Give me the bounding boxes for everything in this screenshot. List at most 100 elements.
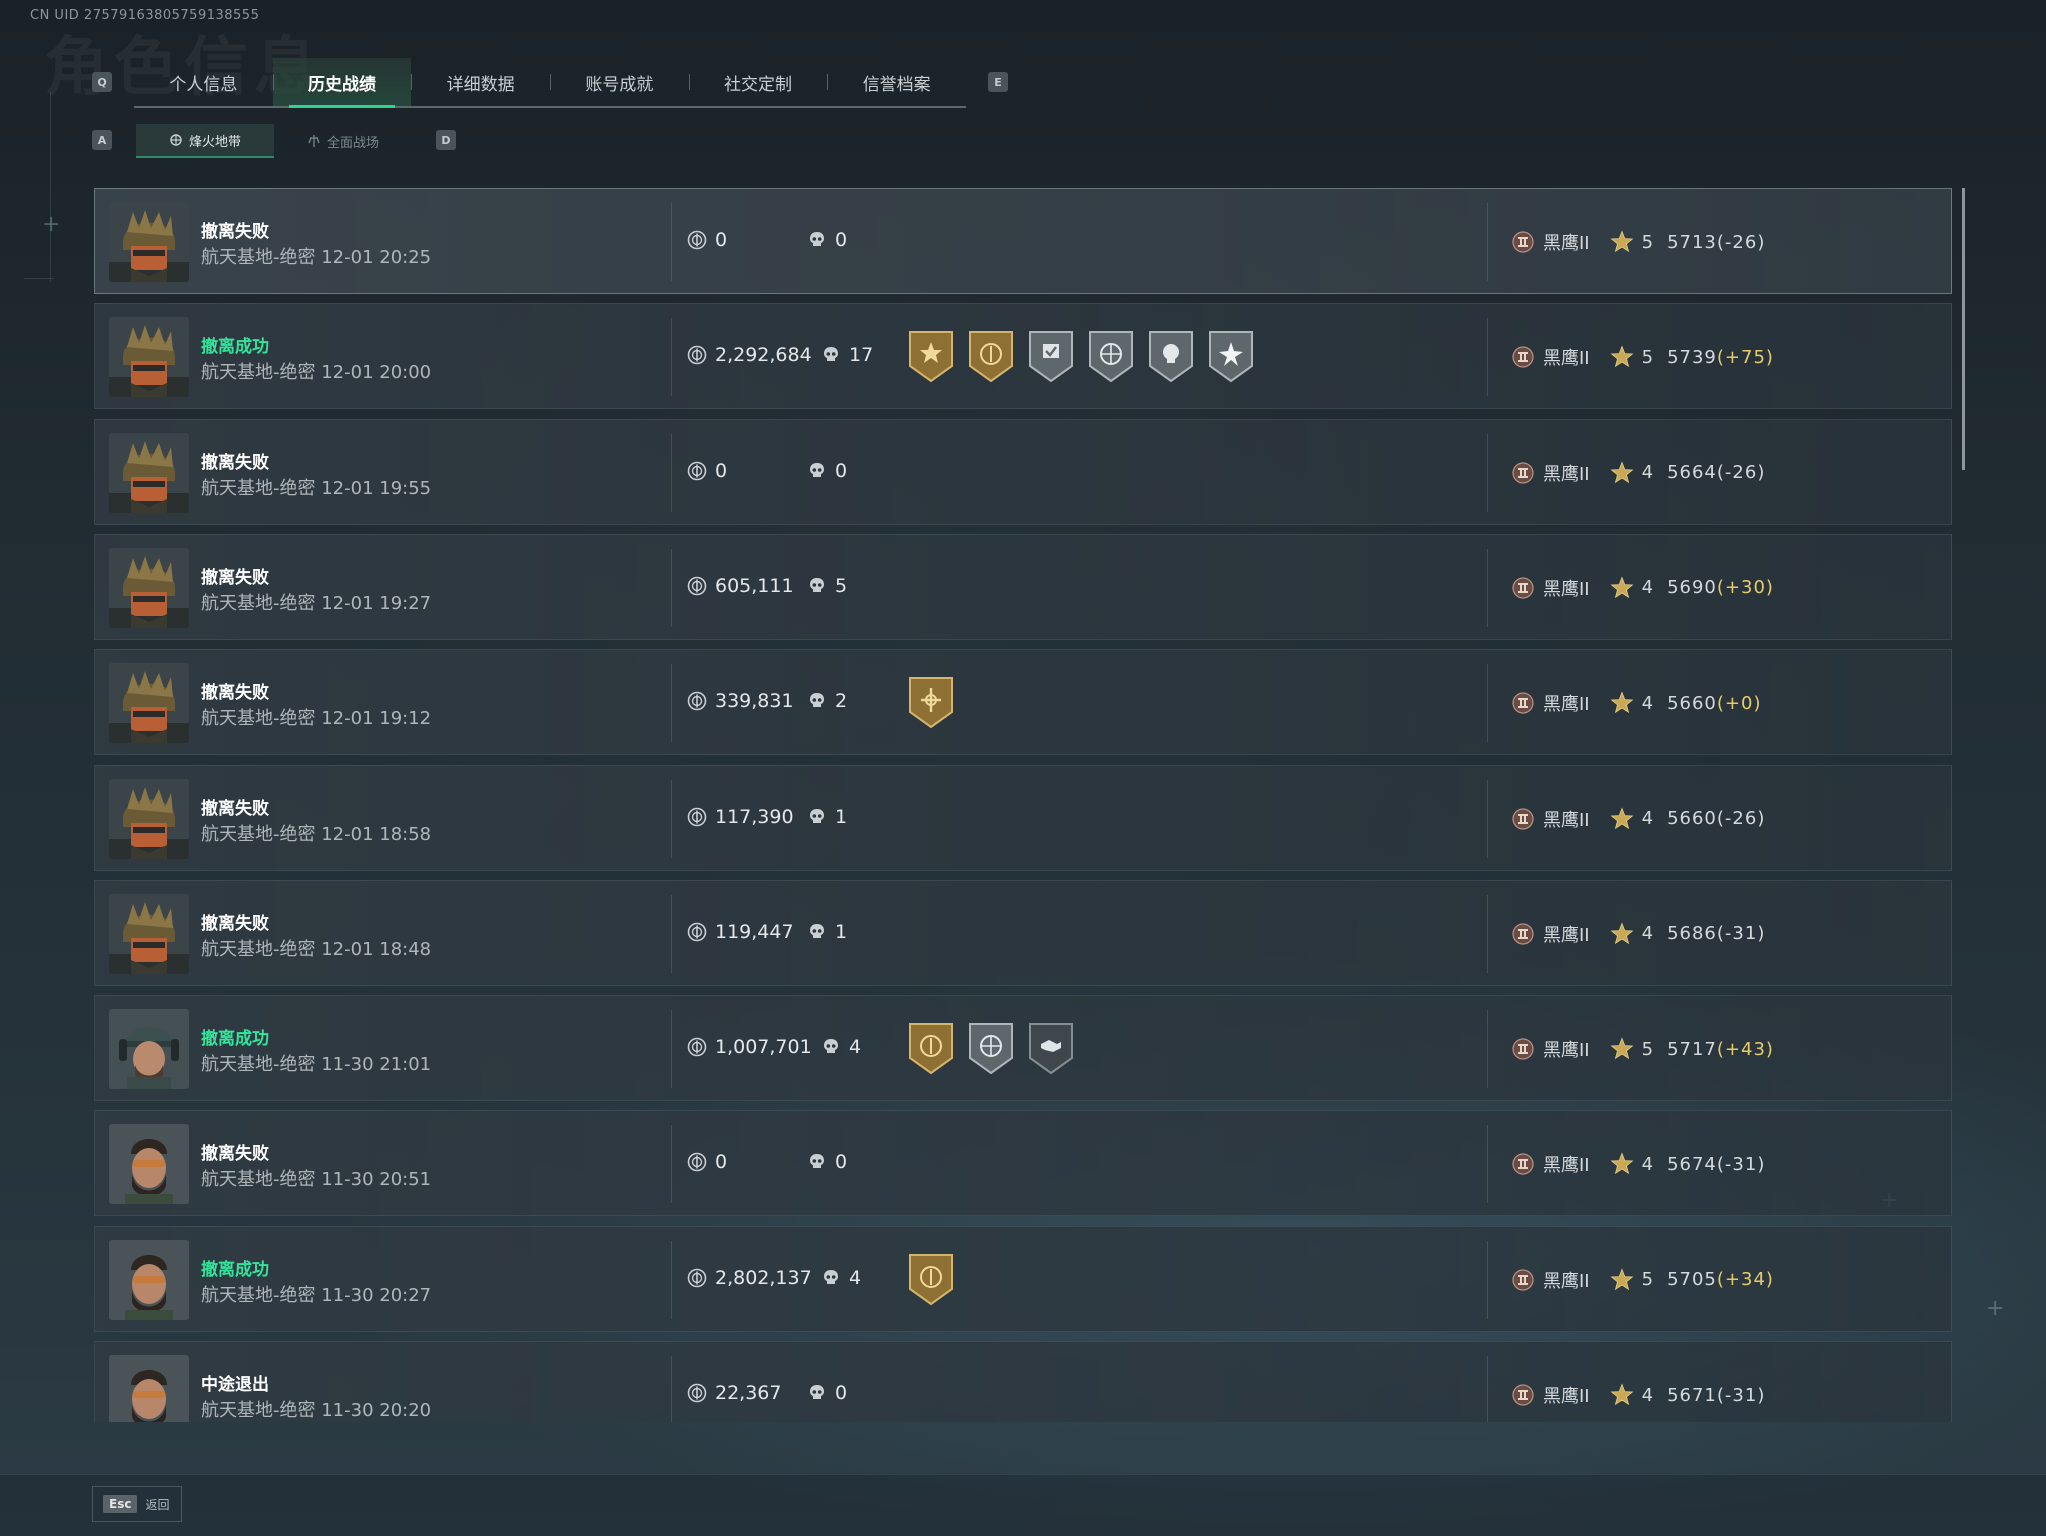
map-name: 航天基地-绝密 [201,477,316,499]
silver-target-badge[interactable] [967,1020,1015,1076]
dark-handshake-badge[interactable] [1027,1020,1075,1076]
loot-value: 0 [687,460,727,482]
match-time: 12-01 18:58 [321,823,432,845]
rank-info: 黑鹰II 5 5717(+43) [1511,1036,1774,1062]
rank-score: 5713 [1667,231,1717,253]
loot-value-text: 2,292,684 [715,344,812,367]
divider [1487,318,1488,397]
match-row[interactable]: 撤离成功 航天基地-绝密 12-01 20:00 2,292,684 17 黑鹰II 5 5… [94,303,1952,410]
gold-cross-badge[interactable] [907,674,955,730]
gold-coin-badge[interactable] [907,1020,955,1076]
tab-0[interactable]: 个人信息 [134,58,273,106]
loot-value-text: 0 [715,1151,728,1174]
tab-3[interactable]: 账号成就 [550,58,689,106]
gold-coin-badge[interactable] [967,328,1015,384]
coin-icon [687,807,707,827]
star-count: 4 [1641,923,1654,945]
kill-count-text: 0 [835,1382,848,1404]
match-row[interactable]: 撤离失败 航天基地-绝密 12-01 18:48 119,447 1 黑鹰II 4 5686… [94,879,1952,986]
tab-next-key[interactable]: E [988,72,1008,92]
score-group: 5717(+43) [1667,1039,1774,1060]
silver-skull-badge[interactable] [1147,328,1195,384]
rank-info: 黑鹰II 4 5686(-31) [1511,921,1765,947]
deco-line [24,278,54,279]
skull-icon [807,807,827,827]
rank-info: 黑鹰II 4 5664(-26) [1511,460,1765,486]
divider [671,1356,672,1422]
silver-target-badge[interactable] [1087,328,1135,384]
rank-score: 5686 [1667,923,1717,945]
match-row[interactable]: 撤离失败 航天基地-绝密 12-01 20:25 0 0 黑鹰II 5 5713(-26) [94,188,1952,294]
kill-count: 5 [807,575,847,597]
map-name: 航天基地-绝密 [201,823,316,845]
match-row[interactable]: 撤离成功 航天基地-绝密 11-30 21:01 1,007,701 4 黑鹰II 5 57… [94,995,1952,1102]
skull-icon [821,345,841,365]
match-row[interactable]: 撤离失败 航天基地-绝密 12-01 18:58 117,390 1 黑鹰II 4 5660… [94,764,1952,871]
match-time: 12-01 19:12 [321,708,432,730]
scrollbar[interactable] [1962,188,1965,470]
gold-coin-badge[interactable] [907,1251,955,1307]
skull-icon [807,1383,827,1403]
rank-name: 黑鹰II [1543,809,1590,831]
score-delta: (-26) [1716,808,1766,829]
gold-sun-badge[interactable] [907,328,955,384]
tab-2[interactable]: 详细数据 [411,58,550,106]
silver-check-badge[interactable] [1027,328,1075,384]
star-icon [1610,1152,1634,1176]
tab-1[interactable]: 历史战绩 [272,58,412,108]
footer-bar [0,1474,2046,1536]
match-row[interactable]: 撤离失败 航天基地-绝密 12-01 19:27 605,111 5 黑鹰II 4 5690… [94,533,1952,640]
battlefield-icon [307,134,321,148]
kill-count: 0 [807,1151,847,1173]
kill-count-text: 4 [849,1266,862,1289]
coin-icon [687,345,707,365]
match-row[interactable]: 撤离失败 航天基地-绝密 11-30 20:51 0 0 黑鹰II 4 5674(-31) [94,1110,1952,1217]
subtab-1[interactable]: 全面战场 [274,124,412,158]
rank-emblem-icon [1511,1037,1535,1061]
main-tabs: 个人信息 历史战绩 详细数据 账号成就 社交定制 信誉档案 [134,58,966,108]
operator-avatar [109,432,189,513]
subtab-prev-key[interactable]: A [92,130,112,150]
map-and-time: 航天基地-绝密 11-30 20:51 [201,1165,431,1191]
tab-4[interactable]: 社交定制 [688,58,828,106]
loot-value: 0 [687,229,727,251]
rank-name: 黑鹰II [1543,233,1590,254]
loot-value: 2,292,684 [687,344,812,366]
rank-name: 黑鹰II [1543,463,1590,485]
operator-avatar [109,1239,189,1320]
rank-emblem-icon [1511,922,1535,946]
subtab-label: 全面战场 [326,135,379,151]
operator-avatar [109,317,189,398]
map-name: 航天基地-绝密 [201,362,316,384]
kill-count: 0 [807,460,847,482]
map-name: 航天基地-绝密 [201,247,316,268]
match-row[interactable]: 撤离成功 航天基地-绝密 11-30 20:27 2,802,137 4 黑鹰II 5 57… [94,1225,1952,1332]
star-count: 5 [1641,1269,1654,1291]
rank-emblem-icon [1511,1152,1535,1176]
loot-value: 0 [687,1151,727,1173]
silver-star-badge[interactable] [1207,328,1255,384]
match-time: 12-01 19:55 [321,477,432,499]
subtab-0[interactable]: 烽火地带 [136,124,274,158]
match-row[interactable]: 中途退出 航天基地-绝密 11-30 20:20 22,367 0 黑鹰II 4 5671(… [94,1341,1952,1422]
esc-key: Esc [103,1495,138,1513]
map-and-time: 航天基地-绝密 12-01 18:58 [201,820,431,846]
match-time: 12-01 18:48 [321,938,432,960]
loot-value: 22,367 [687,1382,781,1404]
tab-prev-key[interactable]: Q [92,72,112,92]
kill-count-text: 4 [849,1036,862,1059]
loot-value: 605,111 [687,575,794,597]
score-group: 5660(-26) [1667,808,1765,829]
loot-value: 119,447 [687,921,794,943]
star-icon [1610,691,1634,715]
divider [671,664,672,743]
tab-5[interactable]: 信誉档案 [827,58,966,106]
match-row[interactable]: 撤离失败 航天基地-绝密 12-01 19:12 339,831 2 黑鹰II 4 5660… [94,649,1952,756]
rank-info: 黑鹰II 4 5671(-31) [1511,1382,1765,1408]
rank-name: 黑鹰II [1543,1040,1590,1062]
match-row[interactable]: 撤离失败 航天基地-绝密 12-01 19:55 0 0 黑鹰II 4 5664(-26) [94,418,1952,525]
coin-icon [687,922,707,942]
back-button[interactable]: Esc 返回 [92,1486,182,1522]
score-group: 5690(+30) [1667,577,1774,598]
subtab-next-key[interactable]: D [436,130,456,150]
